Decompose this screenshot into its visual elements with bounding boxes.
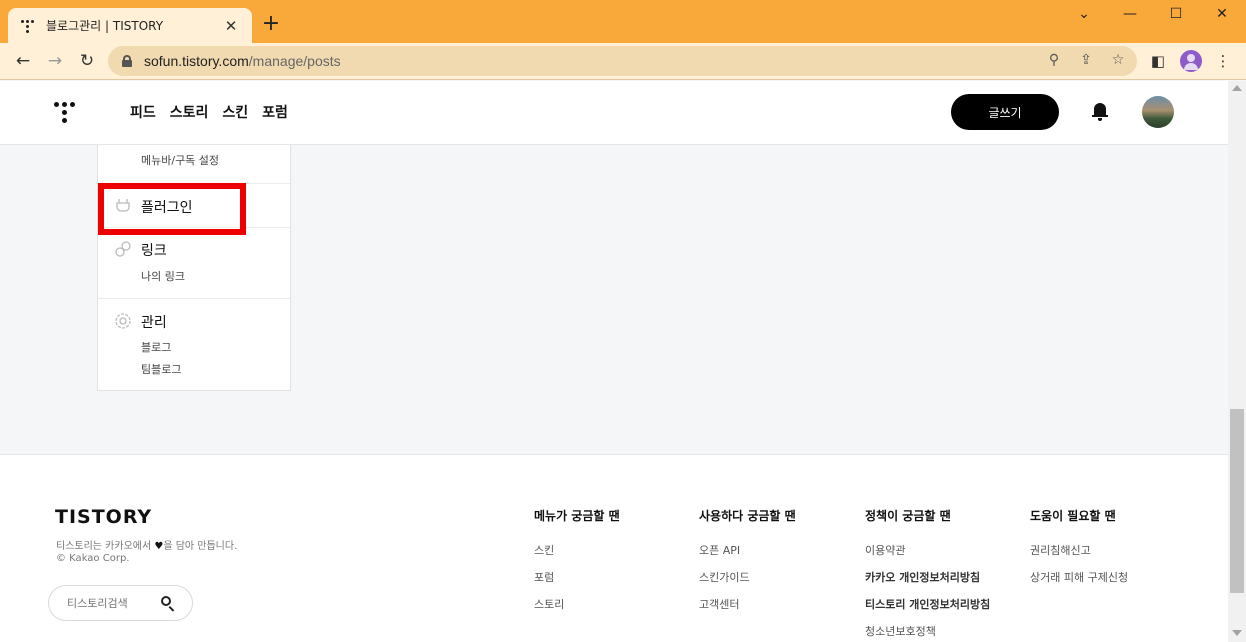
share-icon[interactable]: ⇪ — [1077, 52, 1095, 68]
zoom-icon[interactable]: ⚲ — [1045, 52, 1063, 68]
sidebar-title-manage[interactable]: 관리 — [141, 312, 167, 332]
gear-icon — [115, 313, 131, 329]
footer-link-terms[interactable]: 이용약관 — [865, 542, 990, 569]
footer-search-input[interactable] — [67, 596, 155, 610]
footer-link-story[interactable]: 스토리 — [534, 596, 620, 623]
close-window-button[interactable]: ✕ — [1212, 6, 1232, 22]
footer-search-box — [48, 585, 193, 621]
browser-tab[interactable]: 블로그관리 | TISTORY ✕ — [8, 8, 252, 43]
footer-col-title: 메뉴가 궁금할 땐 — [534, 509, 620, 523]
site-header: 피드 스토리 스킨 포럼 글쓰기 — [0, 81, 1228, 145]
footer-col-policy: 정책이 궁금할 땐 이용약관 카카오 개인정보처리방침 티스토리 개인정보처리방… — [865, 507, 990, 642]
scroll-up-arrow-icon[interactable] — [1232, 85, 1242, 91]
footer-col-title: 도움이 필요할 땐 — [1030, 509, 1116, 523]
main-nav: 피드 스토리 스킨 포럼 — [130, 102, 288, 122]
url-host: sofun.tistory.com — [144, 53, 249, 69]
sidebar-sub-team-blog[interactable]: 팀블로그 — [141, 361, 181, 377]
link-icon — [115, 241, 131, 257]
tistory-logo-icon[interactable] — [54, 100, 78, 124]
footer-col-usage: 사용하다 궁금할 땐 오픈 API 스킨가이드 고객센터 — [699, 507, 796, 623]
footer-link-kakao-privacy[interactable]: 카카오 개인정보처리방침 — [865, 569, 990, 596]
new-tab-button[interactable]: + — [260, 13, 282, 35]
tab-search-icon[interactable]: ⌄ — [1074, 6, 1094, 22]
sidebar-section-manage: 관리 블로그 팀블로그 — [98, 298, 290, 390]
nav-item-story[interactable]: 스토리 — [170, 102, 209, 122]
scroll-down-arrow-icon[interactable] — [1232, 630, 1242, 636]
address-bar[interactable]: sofun.tistory.com/manage/posts ⚲ ⇪ ☆ — [108, 46, 1137, 76]
page-viewport: 피드 스토리 스킨 포럼 글쓰기 메뉴바/구독 설정 플러그인 링크 나의 링크 — [0, 81, 1228, 642]
bookmark-star-icon[interactable]: ☆ — [1109, 52, 1127, 68]
manage-sidebar: 메뉴바/구독 설정 플러그인 링크 나의 링크 관리 블로그 팀블로그 — [97, 145, 291, 391]
footer-link-help-center[interactable]: 고객센터 — [699, 596, 796, 623]
scrollbar-thumb[interactable] — [1230, 409, 1244, 593]
page-scrollbar[interactable] — [1228, 81, 1246, 642]
footer-col-menu: 메뉴가 궁금할 땐 스킨 포럼 스토리 — [534, 507, 620, 623]
footer-link-commerce-relief[interactable]: 상거래 피해 구제신청 — [1030, 569, 1128, 596]
footer-col-title: 사용하다 궁금할 땐 — [699, 509, 796, 523]
nav-item-feed[interactable]: 피드 — [130, 102, 156, 122]
write-post-button[interactable]: 글쓰기 — [951, 94, 1059, 130]
highlight-box — [98, 183, 246, 235]
footer-col-help: 도움이 필요할 땐 권리침해신고 상거래 피해 구제신청 — [1030, 507, 1128, 596]
lock-icon — [122, 55, 132, 67]
sidebar-sub-blog[interactable]: 블로그 — [141, 339, 171, 355]
footer-desc-before: 티스토리는 카카오에서 — [56, 541, 155, 552]
footer-description: 티스토리는 카카오에서 ♥을 담아 만듭니다. — [56, 537, 237, 552]
footer-link-youth-policy[interactable]: 청소년보호정책 — [865, 623, 990, 642]
side-panel-icon[interactable]: ◧ — [1148, 52, 1168, 70]
sidebar-sub-my-links[interactable]: 나의 링크 — [141, 268, 185, 284]
footer-link-skin[interactable]: 스킨 — [534, 542, 620, 569]
reload-icon[interactable]: ↻ — [76, 51, 98, 71]
footer-link-rights-report[interactable]: 권리침해신고 — [1030, 542, 1128, 569]
nav-item-forum[interactable]: 포럼 — [262, 102, 288, 122]
browser-tab-bar: 블로그관리 | TISTORY ✕ + ⌄ — ☐ ✕ — [0, 0, 1246, 43]
browser-toolbar: ← → ↻ sofun.tistory.com/manage/posts ⚲ ⇪… — [0, 43, 1246, 80]
minimize-button[interactable]: — — [1120, 6, 1140, 22]
notification-bell-icon[interactable] — [1091, 102, 1109, 122]
footer-brand-logo[interactable]: TISTORY — [55, 506, 152, 528]
nav-item-skin[interactable]: 스킨 — [222, 102, 248, 122]
footer-link-tistory-privacy[interactable]: 티스토리 개인정보처리방침 — [865, 596, 990, 623]
footer-link-skin-guide[interactable]: 스킨가이드 — [699, 569, 796, 596]
more-menu-icon[interactable]: ⋮ — [1213, 52, 1233, 70]
search-icon[interactable] — [161, 596, 175, 610]
footer-desc-after: 을 담아 만듭니다. — [163, 541, 238, 552]
profile-avatar-icon[interactable] — [1180, 50, 1202, 72]
sidebar-section-link: 링크 나의 링크 — [98, 227, 290, 298]
forward-arrow-icon[interactable]: → — [44, 51, 66, 71]
footer-link-open-api[interactable]: 오픈 API — [699, 542, 796, 569]
heart-icon: ♥ — [154, 541, 164, 552]
footer-link-forum[interactable]: 포럼 — [534, 569, 620, 596]
tistory-favicon-icon — [20, 18, 36, 34]
footer-copyright: © Kakao Corp. — [56, 553, 130, 564]
user-avatar[interactable] — [1142, 96, 1174, 128]
url-path: /manage/posts — [248, 53, 341, 69]
site-footer: TISTORY 티스토리는 카카오에서 ♥을 담아 만듭니다. © Kakao … — [0, 454, 1228, 642]
maximize-button[interactable]: ☐ — [1166, 6, 1186, 22]
back-arrow-icon[interactable]: ← — [12, 51, 34, 71]
tab-title: 블로그관리 | TISTORY — [46, 19, 164, 33]
tab-close-icon[interactable]: ✕ — [222, 17, 240, 35]
sidebar-sub-menubar-subscribe[interactable]: 메뉴바/구독 설정 — [141, 152, 219, 168]
sidebar-title-link[interactable]: 링크 — [141, 240, 167, 260]
footer-col-title: 정책이 궁금할 땐 — [865, 509, 951, 523]
